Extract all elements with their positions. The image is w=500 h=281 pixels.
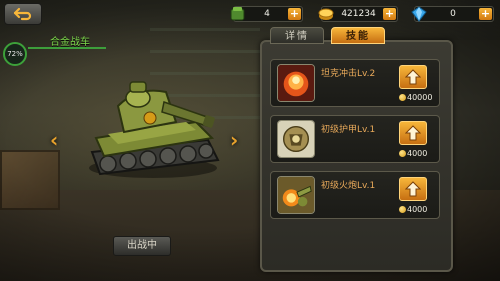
tank-name: 合金战车 [50, 37, 90, 48]
add-gems-button[interactable]: + [479, 8, 492, 20]
up-arrow-icon [405, 125, 421, 141]
add-food-button[interactable]: + [288, 8, 301, 20]
upgrade-cost: 4000 [399, 204, 427, 215]
gold-coin-icon [318, 8, 334, 20]
upgrade-button[interactable] [399, 121, 427, 145]
skill-card: 初级护甲Lv.1 4000 [270, 115, 440, 163]
explosion-icon [277, 64, 315, 102]
add-gold-button[interactable]: + [383, 8, 396, 20]
skill-name: 坦克冲击Lv.2 [321, 69, 376, 79]
skill-card: 坦克冲击Lv.2 40000 [270, 59, 440, 107]
armor-icon [277, 120, 315, 158]
up-arrow-icon [405, 69, 421, 85]
deploy-status-button[interactable]: 出战中 [113, 236, 171, 256]
prev-tank-arrow[interactable]: ‹ [50, 128, 58, 152]
tank-image [89, 81, 220, 178]
gold-coin-icon [399, 94, 406, 101]
gem-value: 0 [450, 9, 456, 19]
gem-counter: 0 + [411, 6, 494, 22]
gold-value: 421234 [341, 9, 376, 19]
tab-details[interactable]: 详情 [270, 27, 324, 44]
gold-coin-icon [399, 206, 406, 213]
skill-card: 初级火炮Lv.1 4000 [270, 171, 440, 219]
upgrade-button[interactable] [399, 65, 427, 89]
gem-icon [411, 6, 427, 22]
upgrade-cost: 4000 [399, 148, 427, 159]
power-ring: 72% [3, 42, 27, 66]
upgrade-button[interactable] [399, 177, 427, 201]
food-counter: 4 + [230, 6, 303, 22]
back-button[interactable] [4, 3, 42, 25]
food-crate-icon [230, 7, 245, 21]
gold-coin-icon [399, 150, 406, 157]
cannon-icon [277, 176, 315, 214]
next-tank-arrow[interactable]: › [230, 128, 238, 152]
up-arrow-icon [405, 181, 421, 197]
tab-skills[interactable]: 技能 [331, 27, 385, 44]
gold-counter: 421234 + [318, 6, 398, 22]
skill-name: 初级火炮Lv.1 [321, 181, 376, 191]
skill-name: 初级护甲Lv.1 [321, 125, 376, 135]
back-arrow-icon [13, 7, 32, 21]
food-value: 4 [264, 9, 270, 19]
upgrade-cost: 40000 [399, 92, 432, 103]
